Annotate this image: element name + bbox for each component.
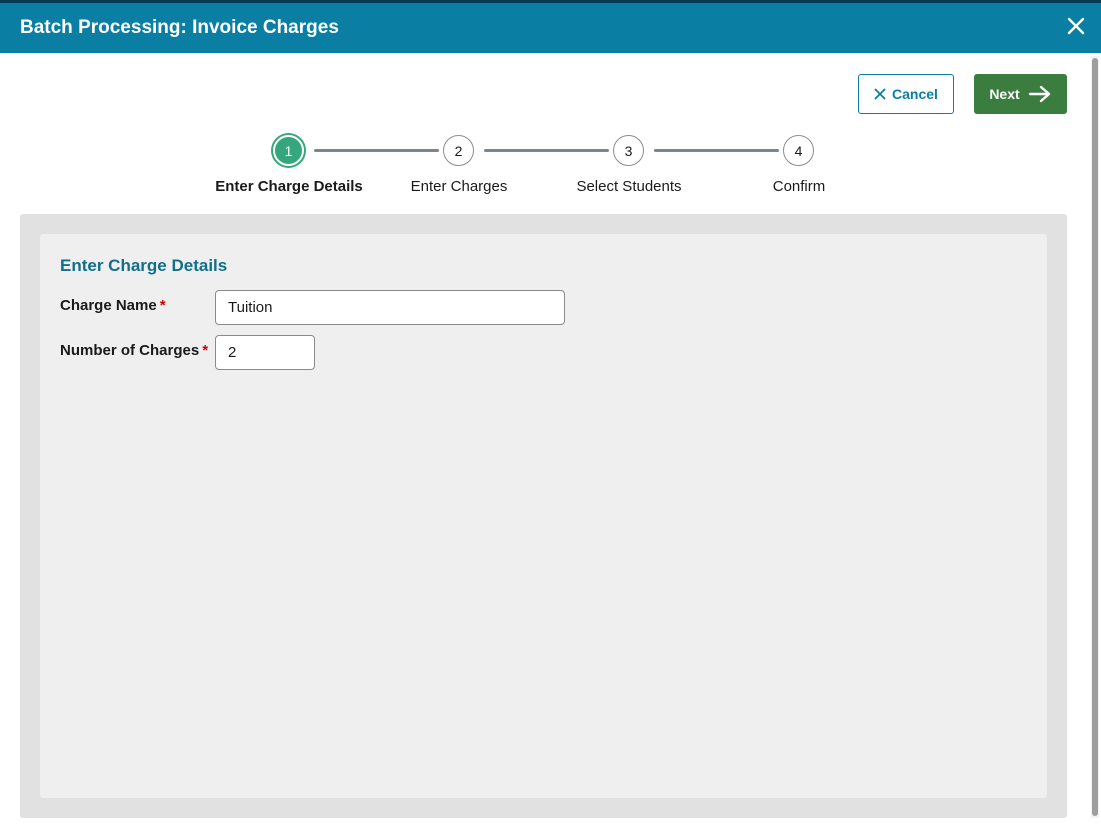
number-of-charges-input[interactable] [215,335,315,370]
vertical-scrollbar[interactable] [1091,56,1099,818]
step-3-indicator: 3 [613,135,644,166]
required-marker: * [159,297,166,314]
charge-name-label: Charge Name * [60,297,166,314]
number-of-charges-label-text: Number of Charges [60,342,200,359]
step-1-label: Enter Charge Details [215,178,363,195]
number-of-charges-label: Number of Charges * [60,342,208,359]
step-1-indicator: 1 [273,135,304,166]
charge-name-input[interactable] [215,290,565,325]
step-4-label: Confirm [772,178,826,195]
arrow-right-icon [1028,85,1052,103]
step-connector [654,149,779,152]
dialog-header: Batch Processing: Invoice Charges [0,0,1101,53]
step-2-label: Enter Charges [410,178,508,195]
cancel-button[interactable]: Cancel [858,74,954,114]
step-4-indicator: 4 [783,135,814,166]
section-title: Enter Charge Details [60,256,228,275]
charge-name-label-text: Charge Name [60,297,157,314]
cancel-button-label: Cancel [892,86,938,102]
close-icon[interactable] [1065,15,1087,37]
required-marker: * [202,342,209,359]
next-button-label: Next [989,86,1020,102]
scrollbar-thumb[interactable] [1092,58,1098,816]
next-button[interactable]: Next [974,74,1067,114]
x-icon [874,88,886,100]
step-3-label: Select Students [576,178,682,195]
step-connector [484,149,609,152]
dialog-title: Batch Processing: Invoice Charges [20,17,339,38]
step-2-indicator: 2 [443,135,474,166]
step-connector [314,149,439,152]
